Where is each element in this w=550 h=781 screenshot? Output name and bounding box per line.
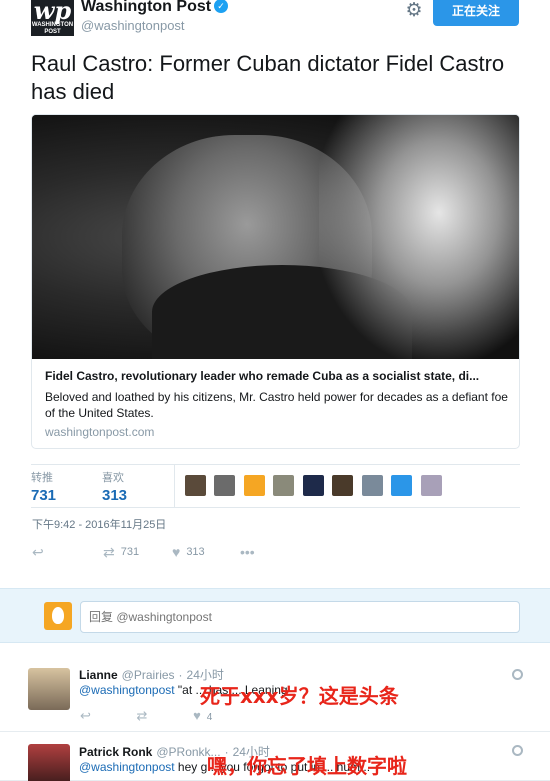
avatar[interactable] [273,475,295,496]
tweet-timestamp[interactable]: 下午9:42 - 2016年11月25日 [32,516,166,532]
tweet-text: Raul Castro: Former Cuban dictator Fidel… [31,51,505,104]
reply-author-name[interactable]: Lianne [79,668,118,682]
avatar[interactable] [420,475,442,496]
avatar[interactable] [361,475,383,496]
logo-text: wp [33,0,72,25]
reply-dot: · [178,668,183,682]
avatar[interactable] [332,475,354,496]
reply-actions: ↩ ⇄ ♥ 4 [80,708,254,724]
card-domain[interactable]: washingtonpost.com [45,425,154,439]
avatar[interactable] [302,475,324,496]
retweets-label: 转推 [31,472,53,484]
likes-label: 喜欢 [102,472,124,484]
reply-icon[interactable]: ↩ [80,708,91,723]
reply-icon[interactable]: ↩ [32,544,44,561]
user-avatar-egg-icon [44,602,72,630]
reply-author-handle[interactable]: @Prairies [122,668,175,682]
retweet-button[interactable]: ⇄ 731 [103,544,139,561]
following-button[interactable]: 正在关注 [433,0,519,26]
tweet-header: wp WASHINGTON POST Washington Post ✓ @was… [0,0,550,42]
photo-smoke [319,115,519,359]
reply-mention[interactable]: @washingtonpost [79,683,175,697]
verified-badge-icon: ✓ [214,0,229,13]
caption-overlay: 死于xxx岁？这是头条 [200,684,399,708]
washington-post-logo[interactable]: wp WASHINGTON POST [31,0,74,36]
caption-overlay: 嘿，你忘了填上数字啦 [207,754,407,778]
link-card[interactable]: Fidel Castro, revolutionary leader who r… [31,114,520,449]
reply-input[interactable] [80,601,520,633]
reply-mention[interactable]: @washingtonpost [79,760,175,774]
retweets-value[interactable]: 731 [31,487,56,504]
avatar[interactable] [185,475,206,496]
card-title[interactable]: Fidel Castro, revolutionary leader who r… [45,369,505,383]
card-photo[interactable] [32,115,519,359]
retweet-count: 731 [120,546,140,558]
reply-options-icon[interactable] [512,669,523,680]
logo-subtext: WASHINGTON POST [31,22,74,35]
reply-like-count: 4 [206,712,213,723]
liker-avatars [185,475,446,497]
avatar[interactable] [28,744,70,781]
reply-composer [0,588,550,643]
account-name[interactable]: Washington Post ✓ [81,0,229,16]
heart-icon: ♥ [172,544,181,560]
likes-value[interactable]: 313 [102,487,127,504]
reply-author-name[interactable]: Patrick Ronk [79,745,152,759]
gear-icon[interactable]: ⚙ [403,0,425,22]
list-item[interactable]: Patrick Ronk @PRonkk... · 24小时 @washingtonp… [0,732,550,781]
like-count: 313 [186,546,205,558]
like-button[interactable]: ♥ 313 [172,544,205,560]
avatar[interactable] [28,668,70,710]
avatar[interactable] [243,475,265,496]
heart-icon[interactable]: ♥ [193,708,201,723]
account-name-text[interactable]: Washington Post [81,0,211,15]
tweet-stats: 转推 731 喜欢 313 [31,464,520,508]
avatar[interactable] [214,475,236,496]
likes-stat[interactable]: 喜欢 313 [102,469,127,504]
stats-divider [174,465,175,507]
card-description: Beloved and loathed by his citizens, Mr.… [45,390,508,420]
retweet-icon: ⇄ [103,544,115,560]
retweet-icon[interactable]: ⇄ [137,708,148,723]
retweet-stat[interactable]: 转推 731 [31,469,56,504]
more-icon[interactable]: ••• [240,544,255,560]
reply-options-icon[interactable] [512,745,523,756]
account-handle[interactable]: @washingtonpost [81,18,185,33]
avatar[interactable] [391,475,413,496]
list-item[interactable]: Lianne @Prairies · 24小时 @washingtonpost "at… [0,658,550,732]
